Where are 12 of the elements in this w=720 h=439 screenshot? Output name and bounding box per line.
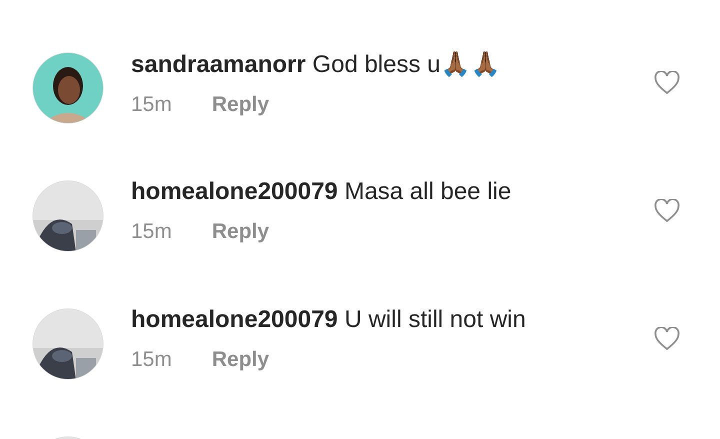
timestamp: 15m [131,93,172,117]
heart-icon[interactable] [654,327,680,351]
heart-icon[interactable] [654,199,680,223]
timestamp: 15m [131,220,172,244]
reply-link[interactable]: Reply [212,348,270,372]
reply-link[interactable]: Reply [212,220,270,244]
comment-text: sandraamanorr God bless u🙏🏾🙏🏾 [131,50,502,79]
timestamp: 15m [131,348,172,372]
reply-link[interactable]: Reply [212,93,270,117]
comment-text: homealone200079 Masa all bee lie [131,178,512,206]
comment-text: homealone200079 U will still not win [131,306,527,334]
heart-icon[interactable] [654,71,680,95]
